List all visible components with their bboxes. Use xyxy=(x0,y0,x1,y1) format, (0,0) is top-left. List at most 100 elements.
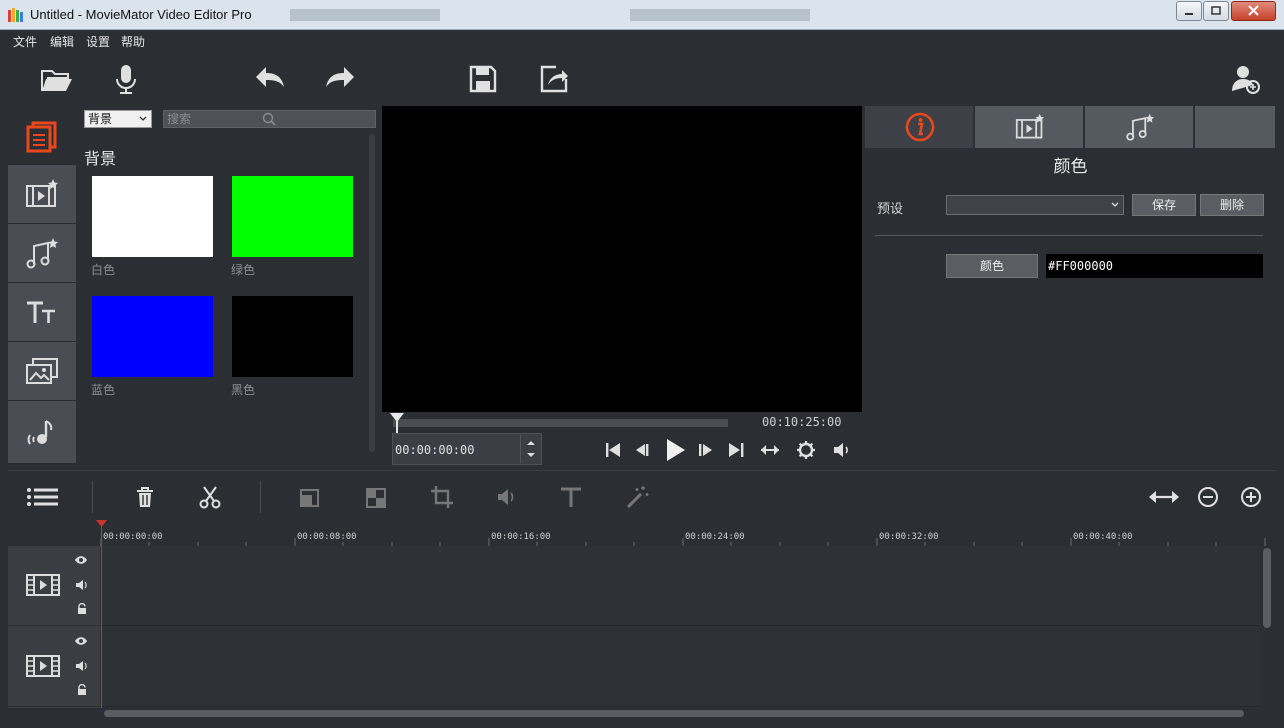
timeline-cursor-head-icon[interactable] xyxy=(96,520,107,528)
timeline-toolbar xyxy=(8,470,1276,522)
lock-icon[interactable] xyxy=(76,684,88,696)
media-library-tab[interactable] xyxy=(8,106,76,165)
image-overlay-icon xyxy=(24,354,60,388)
search-icon[interactable] xyxy=(262,112,276,126)
text-tool-icon[interactable] xyxy=(557,483,585,511)
tab-empty[interactable] xyxy=(1195,106,1276,148)
export-icon[interactable] xyxy=(534,59,574,99)
total-duration: 00:10:25:00 xyxy=(762,415,842,429)
swatch-black[interactable] xyxy=(232,296,353,377)
track-headers xyxy=(8,546,100,708)
timeline-ruler[interactable]: 00:00:00:00 00:00:08:00 00:00:16:00 00:0… xyxy=(8,522,1276,546)
info-icon xyxy=(904,111,936,143)
eye-icon[interactable] xyxy=(74,555,88,565)
title-bar: Untitled - MovieMator Video Editor Pro xyxy=(0,0,1284,30)
copy-icon[interactable] xyxy=(296,483,324,511)
menu-file[interactable]: 文件 xyxy=(13,33,37,50)
category-select[interactable]: 背景 xyxy=(84,110,152,128)
track-row[interactable] xyxy=(100,627,1260,707)
crop-icon[interactable] xyxy=(428,483,456,511)
audio-effects-icon xyxy=(24,236,60,270)
timecode-input[interactable]: 00:00:00:00 xyxy=(392,433,542,465)
video-effects-icon xyxy=(24,177,60,211)
swatch-blue[interactable] xyxy=(92,296,213,377)
horizontal-scrollbar[interactable] xyxy=(104,710,1244,717)
video-filter-icon xyxy=(1012,112,1048,142)
timeline-tracks[interactable] xyxy=(100,546,1260,708)
preset-label: 预设 xyxy=(877,202,904,217)
delete-icon[interactable] xyxy=(131,483,159,511)
audio-transition-tab[interactable] xyxy=(8,401,76,464)
audio-icon[interactable] xyxy=(493,483,521,511)
timecode-stepper[interactable] xyxy=(520,435,540,463)
ruler-label: 00:00:40:00 xyxy=(1073,532,1133,542)
skip-end-icon[interactable] xyxy=(724,438,748,462)
maximize-button[interactable] xyxy=(1203,1,1229,21)
zoom-in-icon[interactable] xyxy=(1237,483,1265,511)
paste-icon[interactable] xyxy=(362,483,390,511)
color-value-field[interactable]: #FF000000 xyxy=(1046,254,1263,278)
menu-icon[interactable] xyxy=(26,483,60,511)
video-track-icon xyxy=(25,572,61,598)
zoom-out-icon[interactable] xyxy=(1194,483,1222,511)
close-button[interactable] xyxy=(1231,1,1276,21)
playhead-icon[interactable] xyxy=(389,412,405,434)
video-preview[interactable] xyxy=(382,106,862,412)
playback-scrubber[interactable] xyxy=(393,419,728,427)
cut-icon[interactable] xyxy=(196,483,224,511)
ruler-label: 00:00:00:00 xyxy=(103,532,163,542)
library-panel: 背景 搜索 背景 白色 绿色 蓝色 黑色 xyxy=(76,106,380,464)
text-tab[interactable] xyxy=(8,283,76,342)
tab-video-filter[interactable] xyxy=(975,106,1084,148)
undo-icon[interactable] xyxy=(250,59,290,99)
chevron-down-icon xyxy=(1111,197,1119,213)
minimize-button[interactable] xyxy=(1176,1,1202,21)
ruler-label: 00:00:16:00 xyxy=(491,532,551,542)
eye-icon[interactable] xyxy=(74,636,88,646)
play-icon[interactable] xyxy=(662,436,688,464)
image-overlay-tab[interactable] xyxy=(8,342,76,401)
microphone-icon[interactable] xyxy=(106,59,146,99)
swatch-label: 白色 xyxy=(91,263,116,277)
next-frame-icon[interactable] xyxy=(694,438,718,462)
timeline-cursor[interactable] xyxy=(101,522,102,708)
audio-effects-tab[interactable] xyxy=(8,224,76,283)
swatch-white[interactable] xyxy=(92,176,213,257)
prev-frame-icon[interactable] xyxy=(630,438,654,462)
category-select-value: 背景 xyxy=(88,112,113,126)
save-preset-button[interactable]: 保存 xyxy=(1132,194,1196,216)
fit-timeline-icon[interactable] xyxy=(1147,483,1181,511)
preset-select[interactable] xyxy=(946,195,1124,215)
save-icon[interactable] xyxy=(463,59,503,99)
library-scrollbar[interactable] xyxy=(369,134,375,452)
media-library-icon xyxy=(24,119,60,153)
video-track-icon xyxy=(25,653,61,679)
chevron-down-icon xyxy=(139,111,147,127)
folder-open-icon[interactable] xyxy=(36,59,76,99)
account-icon[interactable] xyxy=(1226,59,1266,99)
skip-start-icon[interactable] xyxy=(601,438,625,462)
track-row[interactable] xyxy=(100,546,1260,626)
vertical-scrollbar[interactable] xyxy=(1263,548,1271,628)
menu-edit[interactable]: 编辑 xyxy=(50,33,74,50)
delete-preset-button[interactable]: 删除 xyxy=(1200,194,1264,216)
redo-icon[interactable] xyxy=(320,59,360,99)
app-logo-icon xyxy=(8,8,24,22)
speaker-icon[interactable] xyxy=(75,660,89,672)
volume-icon[interactable] xyxy=(830,438,854,462)
magic-icon[interactable] xyxy=(623,483,651,511)
speaker-icon[interactable] xyxy=(75,579,89,591)
ruler-label: 00:00:08:00 xyxy=(297,532,357,542)
menu-settings[interactable]: 设置 xyxy=(86,33,110,50)
video-effects-tab[interactable] xyxy=(8,165,76,224)
fit-icon[interactable] xyxy=(758,438,782,462)
swatch-green[interactable] xyxy=(232,176,353,257)
lock-icon[interactable] xyxy=(76,603,88,615)
tab-audio-filter[interactable] xyxy=(1085,106,1194,148)
color-picker-button[interactable]: 颜色 xyxy=(946,254,1038,278)
menu-help[interactable]: 帮助 xyxy=(121,33,145,50)
settings-icon[interactable] xyxy=(794,438,818,462)
tab-info[interactable] xyxy=(865,106,974,148)
search-input[interactable]: 搜索 xyxy=(163,110,376,128)
background-window-ghost xyxy=(290,6,850,24)
